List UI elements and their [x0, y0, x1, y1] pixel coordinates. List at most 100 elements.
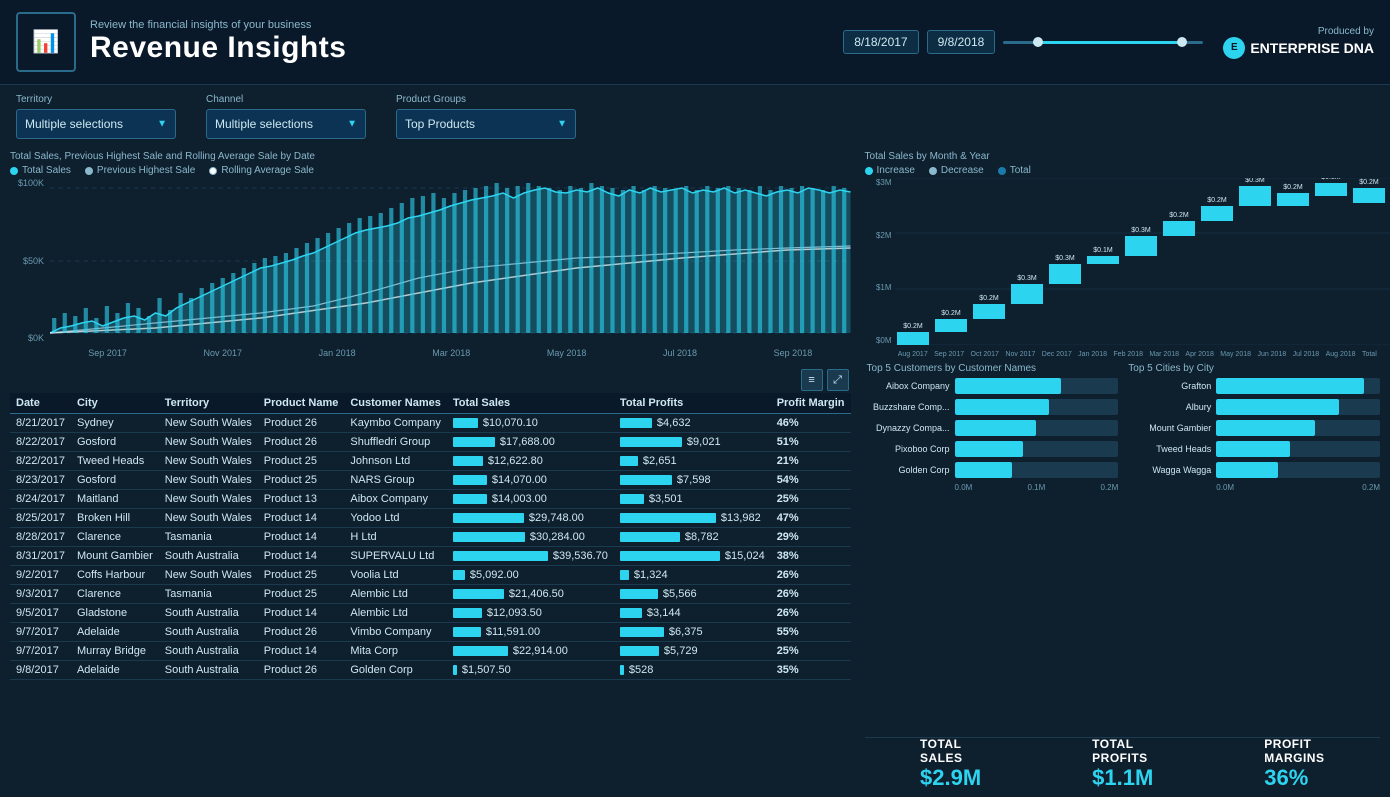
- col-sales[interactable]: Total Sales: [447, 393, 614, 414]
- table-row[interactable]: 8/24/2017 Maitland New South Wales Produ…: [10, 490, 851, 509]
- cell-customer: NARS Group: [344, 471, 447, 490]
- header-right: 8/18/2017 9/8/2018 Produced by E ENTERPR…: [843, 26, 1374, 59]
- table-row[interactable]: 9/7/2017 Adelaide South Australia Produc…: [10, 623, 851, 642]
- col-territory[interactable]: Territory: [159, 393, 258, 414]
- cell-date: 9/7/2017: [10, 642, 71, 661]
- svg-text:$0.2M: $0.2M: [941, 310, 961, 317]
- table-row[interactable]: 9/3/2017 Clarence Tasmania Product 25 Al…: [10, 585, 851, 604]
- cell-margin: 26%: [771, 585, 851, 604]
- city-bar-label: Wagga Wagga: [1126, 465, 1211, 475]
- cell-margin: 26%: [771, 566, 851, 585]
- cell-product: Product 25: [258, 452, 345, 471]
- customers-bars: Aibox Company Buzzshare Comp... Dynazzy …: [865, 378, 1119, 478]
- svg-text:$0.2M: $0.2M: [1283, 184, 1303, 191]
- city-bar-track: [1216, 420, 1380, 436]
- summary-footer: TOTAL SALES $2.9M TOTAL PROFITS $1.1M PR…: [865, 737, 1380, 797]
- cell-product: Product 13: [258, 490, 345, 509]
- line-chart-legend: Total Sales Previous Highest Sale Rollin…: [10, 165, 851, 176]
- header: 📊 Review the financial insights of your …: [0, 0, 1390, 85]
- cell-date: 8/25/2017: [10, 509, 71, 528]
- customer-bar-fill: [955, 441, 1024, 457]
- cell-profits: $3,501: [614, 490, 771, 509]
- channel-select[interactable]: Multiple selections ▼: [206, 109, 366, 139]
- main-content: Total Sales, Previous Highest Sale and R…: [0, 145, 1390, 797]
- cell-date: 9/3/2017: [10, 585, 71, 604]
- cell-margin: 25%: [771, 490, 851, 509]
- col-product[interactable]: Product Name: [258, 393, 345, 414]
- legend-total-sales: Total Sales: [10, 165, 71, 176]
- table-row[interactable]: 9/8/2017 Adelaide South Australia Produc…: [10, 661, 851, 680]
- cell-customer: Mita Corp: [344, 642, 447, 661]
- table-row[interactable]: 9/18/2017 Sydney New South Wales Product…: [10, 680, 851, 684]
- table-row[interactable]: 8/28/2017 Clarence Tasmania Product 14 H…: [10, 528, 851, 547]
- customer-bar-fill: [955, 399, 1050, 415]
- line-chart-title: Total Sales, Previous Highest Sale and R…: [10, 151, 851, 162]
- city-bar-track: [1216, 441, 1380, 457]
- line-chart-svg: [50, 178, 851, 343]
- col-date[interactable]: Date: [10, 393, 71, 414]
- table-row[interactable]: 8/23/2017 Gosford New South Wales Produc…: [10, 471, 851, 490]
- top-cities-chart: Top 5 Cities by City Grafton Albury Moun…: [1126, 363, 1380, 733]
- cell-product: Product 26: [258, 661, 345, 680]
- cell-territory: South Australia: [159, 623, 258, 642]
- cell-date: 9/8/2017: [10, 661, 71, 680]
- top-cities-title: Top 5 Cities by City: [1126, 363, 1380, 374]
- svg-text:$0.3M: $0.3M: [1131, 227, 1151, 234]
- date-end-badge[interactable]: 9/8/2018: [927, 30, 996, 54]
- cell-margin: 29%: [771, 528, 851, 547]
- edna-logo-icon: E: [1223, 37, 1245, 59]
- header-subtitle: Review the financial insights of your bu…: [90, 19, 346, 31]
- cell-product: Product 25: [258, 471, 345, 490]
- cell-product: Product 26: [258, 433, 345, 452]
- cell-territory: New South Wales: [159, 433, 258, 452]
- cell-margin: 40%: [771, 680, 851, 684]
- city-bar-row: Grafton: [1126, 378, 1380, 394]
- col-customer[interactable]: Customer Names: [344, 393, 447, 414]
- table-expand-btn[interactable]: ⤢: [827, 369, 849, 391]
- cell-sales: $12,093.50: [447, 604, 614, 623]
- date-start-badge[interactable]: 8/18/2017: [843, 30, 918, 54]
- city-bar-fill: [1216, 399, 1339, 415]
- territory-select[interactable]: Multiple selections ▼: [16, 109, 176, 139]
- table-filter-btn[interactable]: ≡: [801, 369, 823, 391]
- table-row[interactable]: 9/5/2017 Gladstone South Australia Produ…: [10, 604, 851, 623]
- header-title: Revenue Insights: [90, 31, 346, 65]
- data-table-section: ≡ ⤢ Date City Territory Product Name Cus…: [10, 367, 851, 797]
- table-row[interactable]: 8/25/2017 Broken Hill New South Wales Pr…: [10, 509, 851, 528]
- table-row[interactable]: 8/31/2017 Mount Gambier South Australia …: [10, 547, 851, 566]
- cell-margin: 38%: [771, 547, 851, 566]
- cell-territory: New South Wales: [159, 566, 258, 585]
- table-wrapper[interactable]: Date City Territory Product Name Custome…: [10, 393, 851, 683]
- table-row[interactable]: 9/7/2017 Murray Bridge South Australia P…: [10, 642, 851, 661]
- date-range-slider[interactable]: [1003, 34, 1203, 50]
- customer-bar-track: [955, 420, 1119, 436]
- cell-product: Product 14: [258, 642, 345, 661]
- product-groups-select[interactable]: Top Products ▼: [396, 109, 576, 139]
- cell-city: Clarence: [71, 528, 159, 547]
- cell-profits: $13,982: [614, 509, 771, 528]
- cell-profits: $4,632: [614, 414, 771, 433]
- table-row[interactable]: 8/22/2017 Gosford New South Wales Produc…: [10, 433, 851, 452]
- city-bar-track: [1216, 378, 1380, 394]
- table-row[interactable]: 9/2/2017 Coffs Harbour New South Wales P…: [10, 566, 851, 585]
- cell-profits: $528: [614, 661, 771, 680]
- customer-bar-label: Golden Corp: [865, 465, 950, 475]
- col-margin[interactable]: Profit Margin: [771, 393, 851, 414]
- table-row[interactable]: 8/21/2017 Sydney New South Wales Product…: [10, 414, 851, 433]
- cell-date: 8/22/2017: [10, 433, 71, 452]
- cell-customer: Johnson Ltd: [344, 452, 447, 471]
- city-bar-row: Wagga Wagga: [1126, 462, 1380, 478]
- customer-bar-row: Golden Corp: [865, 462, 1119, 478]
- city-bar-fill: [1216, 441, 1290, 457]
- territory-filter: Territory Multiple selections ▼: [16, 94, 176, 139]
- svg-text:$0.3M: $0.3M: [1321, 178, 1341, 181]
- city-bar-row: Albury: [1126, 399, 1380, 415]
- cell-profits: $5,729: [614, 642, 771, 661]
- cell-date: 8/28/2017: [10, 528, 71, 547]
- col-city[interactable]: City: [71, 393, 159, 414]
- header-text: Review the financial insights of your bu…: [90, 19, 346, 65]
- table-row[interactable]: 8/22/2017 Tweed Heads New South Wales Pr…: [10, 452, 851, 471]
- customer-bar-label: Dynazzy Compa...: [865, 423, 950, 433]
- col-profits[interactable]: Total Profits: [614, 393, 771, 414]
- cell-territory: South Australia: [159, 604, 258, 623]
